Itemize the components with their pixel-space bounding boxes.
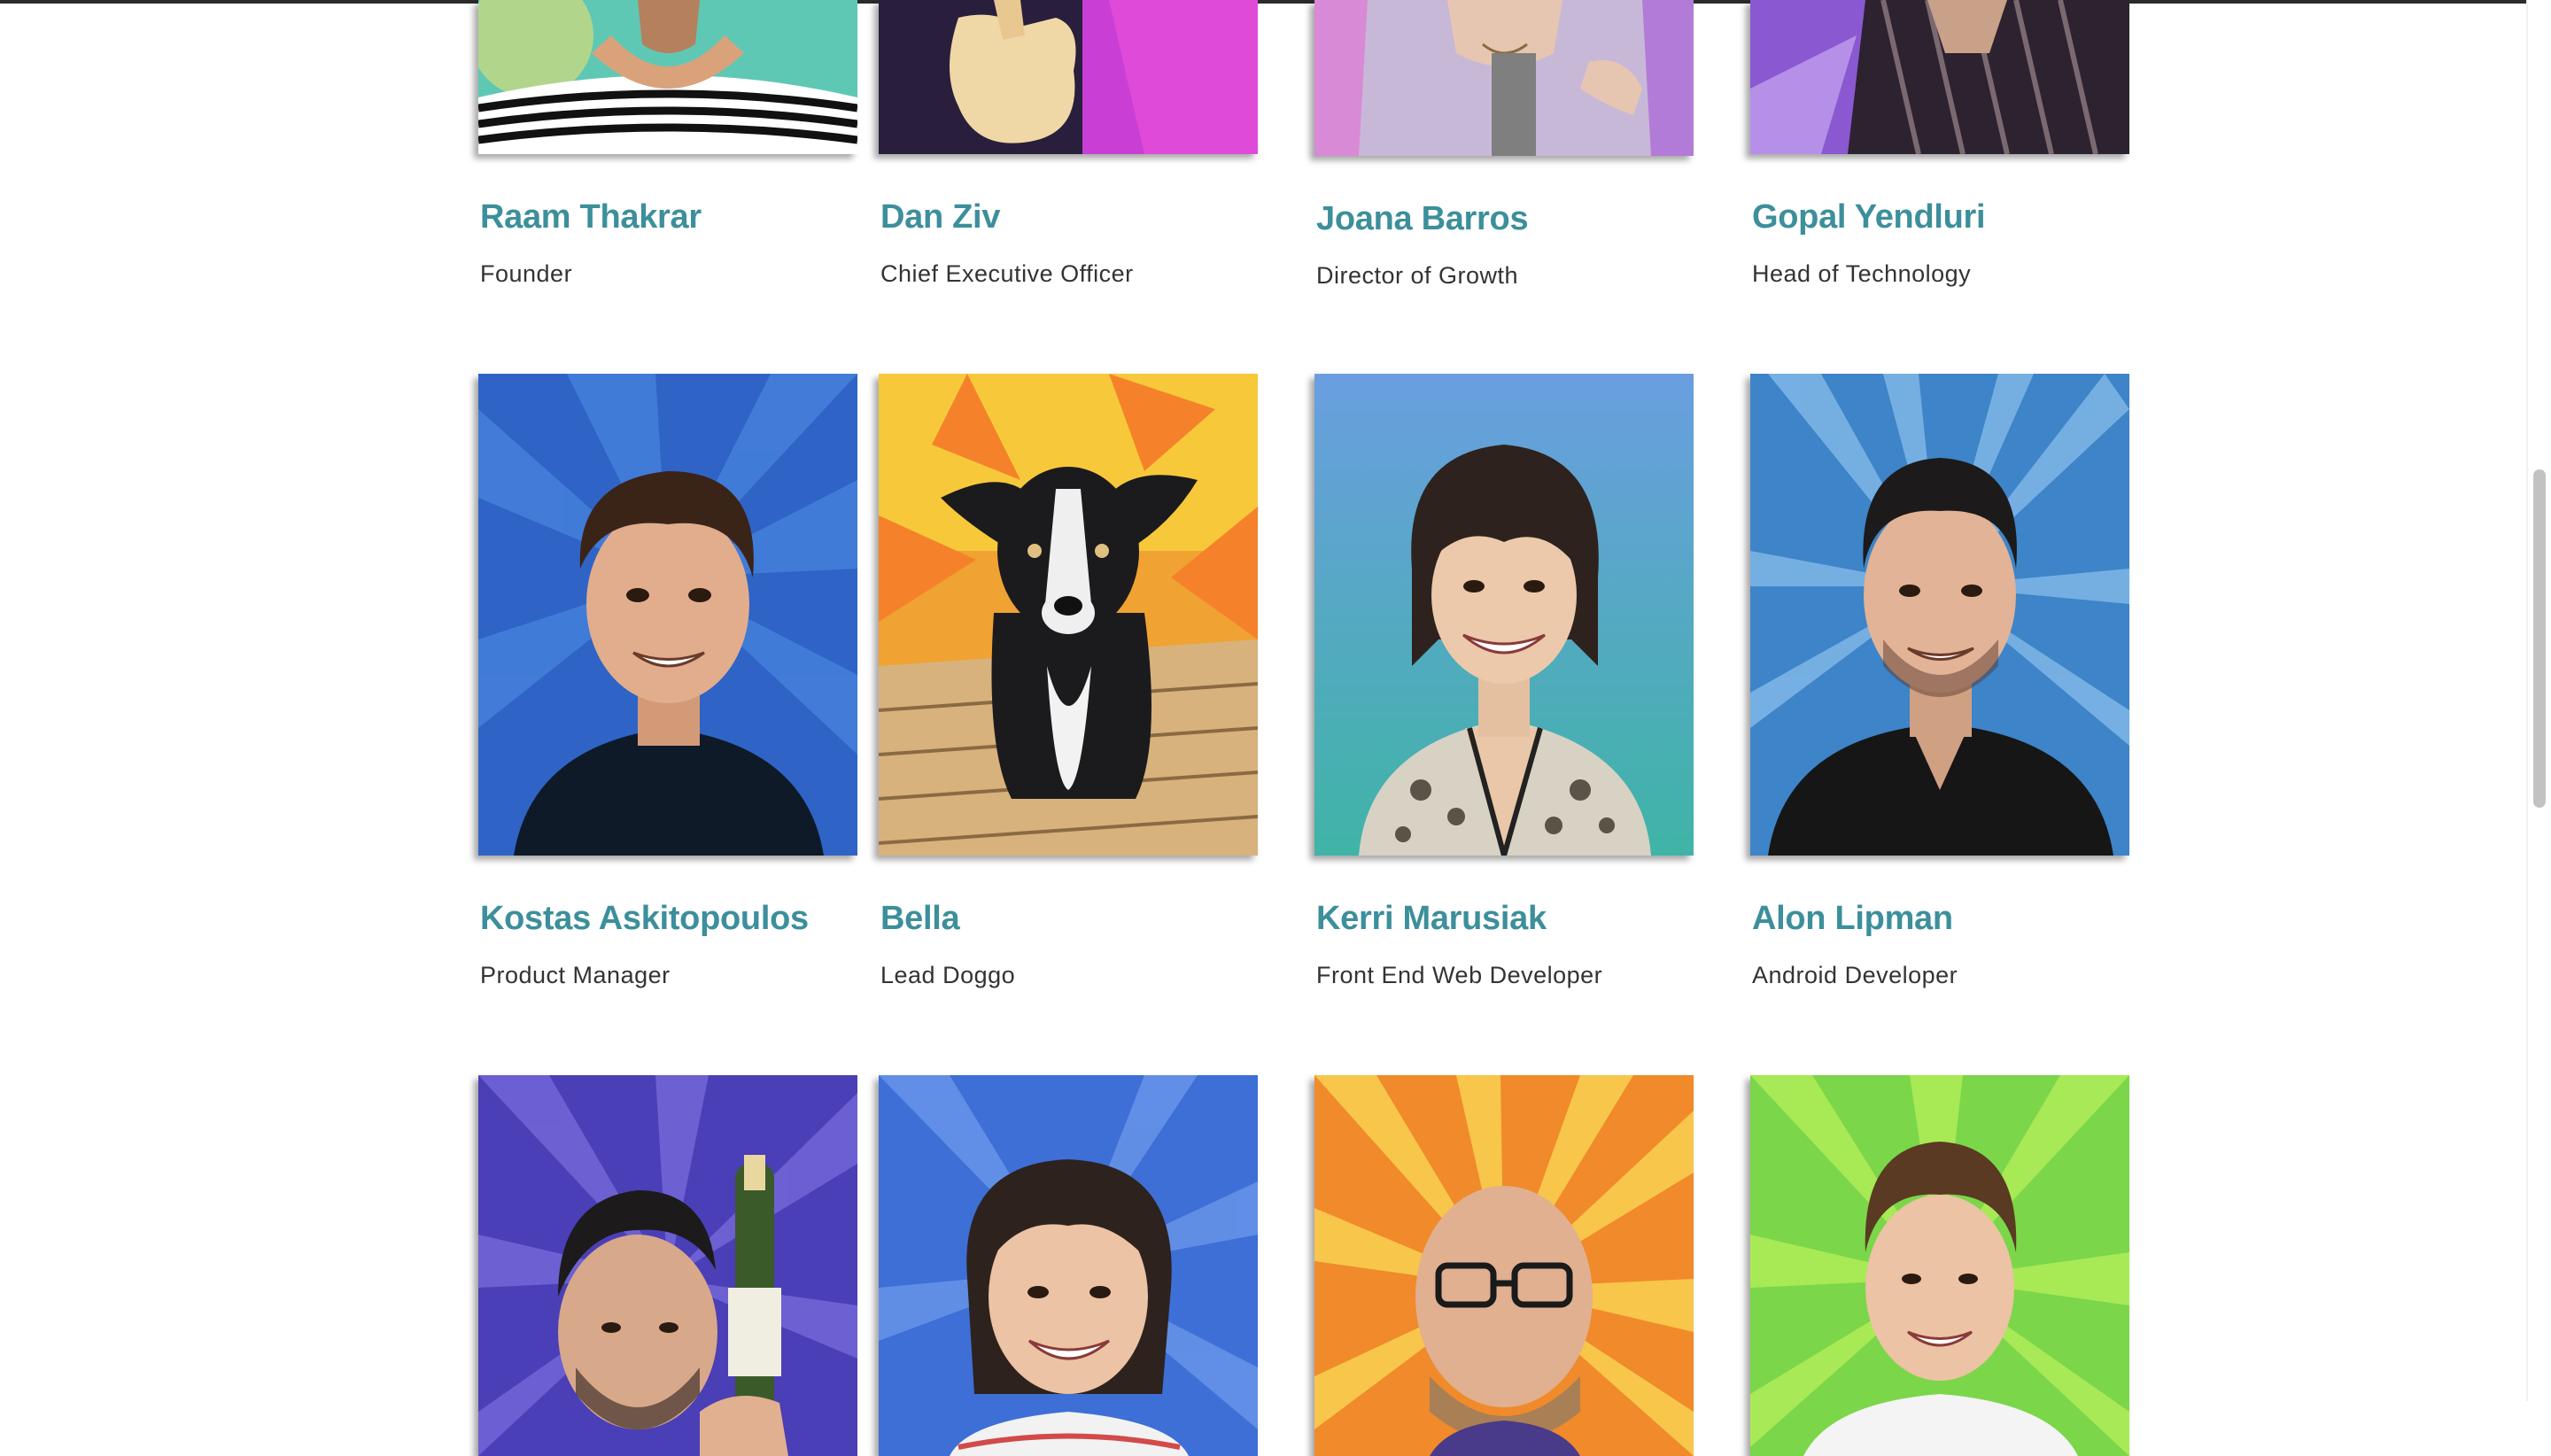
team-member-role: Android Developer bbox=[1752, 962, 1958, 988]
team-member-card: Dan Ziv Chief Executive Officer bbox=[879, 0, 1260, 287]
portrait-dog-icon bbox=[879, 374, 1258, 856]
portrait-woman-smiling-icon bbox=[879, 1075, 1258, 1456]
team-member-name: Bella bbox=[880, 900, 960, 937]
team-member-photo bbox=[1750, 374, 2129, 856]
portrait-man-curly-hair-icon bbox=[478, 374, 857, 856]
team-member-card: Gopal Yendluri Head of Technology bbox=[1750, 0, 2131, 287]
team-member-name: Joana Barros bbox=[1316, 200, 1529, 237]
team-member-role: Lead Doggo bbox=[880, 962, 1016, 988]
team-member-card bbox=[1750, 1075, 2131, 1456]
portrait-man-champagne-icon bbox=[478, 1075, 857, 1456]
browser-top-edge bbox=[0, 0, 2551, 4]
team-member-name: Alon Lipman bbox=[1752, 900, 1953, 937]
team-member-photo bbox=[478, 374, 857, 856]
team-member-photo bbox=[879, 0, 1258, 154]
team-member-role: Director of Growth bbox=[1316, 262, 1519, 289]
team-member-card: Raam Thakrar Founder bbox=[478, 0, 859, 287]
team-member-name: Gopal Yendluri bbox=[1752, 198, 1986, 236]
team-member-name: Dan Ziv bbox=[880, 198, 1001, 236]
team-member-photo bbox=[879, 374, 1258, 856]
team-member-name: Kerri Marusiak bbox=[1316, 900, 1547, 937]
team-member-name: Raam Thakrar bbox=[480, 198, 702, 236]
team-member-photo bbox=[1314, 374, 1694, 856]
team-member-photo bbox=[478, 1075, 857, 1456]
portrait-striped-shirt-icon bbox=[478, 0, 857, 154]
portrait-man-glasses-icon bbox=[1314, 1075, 1694, 1456]
team-member-card: Kerri Marusiak Front End Web Developer bbox=[1314, 374, 1695, 988]
portrait-woman-bangs-icon bbox=[1314, 374, 1694, 856]
portrait-plaid-shirt-icon bbox=[1750, 0, 2129, 154]
portrait-man-smiling-icon bbox=[1750, 1075, 2129, 1456]
team-member-card bbox=[478, 1075, 859, 1456]
team-member-photo bbox=[1314, 1075, 1694, 1456]
vertical-scrollbar[interactable] bbox=[2526, 0, 2551, 1401]
team-member-role: Chief Executive Officer bbox=[880, 260, 1134, 287]
portrait-man-dark-hair-icon bbox=[1750, 374, 2129, 856]
team-member-photo bbox=[1314, 0, 1694, 156]
portrait-necklace-icon bbox=[1314, 0, 1694, 156]
team-member-card: Kostas Askitopoulos Product Manager bbox=[478, 374, 859, 988]
team-member-photo bbox=[478, 0, 857, 154]
portrait-thumbs-up-icon bbox=[879, 0, 1258, 154]
team-member-role: Founder bbox=[480, 260, 573, 287]
team-member-photo bbox=[1750, 0, 2129, 154]
team-member-role: Front End Web Developer bbox=[1316, 962, 1603, 988]
team-member-photo bbox=[1750, 1075, 2129, 1456]
team-member-role: Head of Technology bbox=[1752, 260, 1972, 287]
team-member-card: Bella Lead Doggo bbox=[879, 374, 1260, 988]
scrollbar-thumb[interactable] bbox=[2533, 469, 2546, 808]
team-member-photo bbox=[879, 1075, 1258, 1456]
team-member-name: Kostas Askitopoulos bbox=[480, 900, 809, 937]
team-member-card bbox=[1314, 1075, 1695, 1456]
team-member-card bbox=[879, 1075, 1260, 1456]
team-member-card: Joana Barros Director of Growth bbox=[1314, 0, 1695, 289]
team-member-role: Product Manager bbox=[480, 962, 671, 988]
team-member-card: Alon Lipman Android Developer bbox=[1750, 374, 2131, 988]
